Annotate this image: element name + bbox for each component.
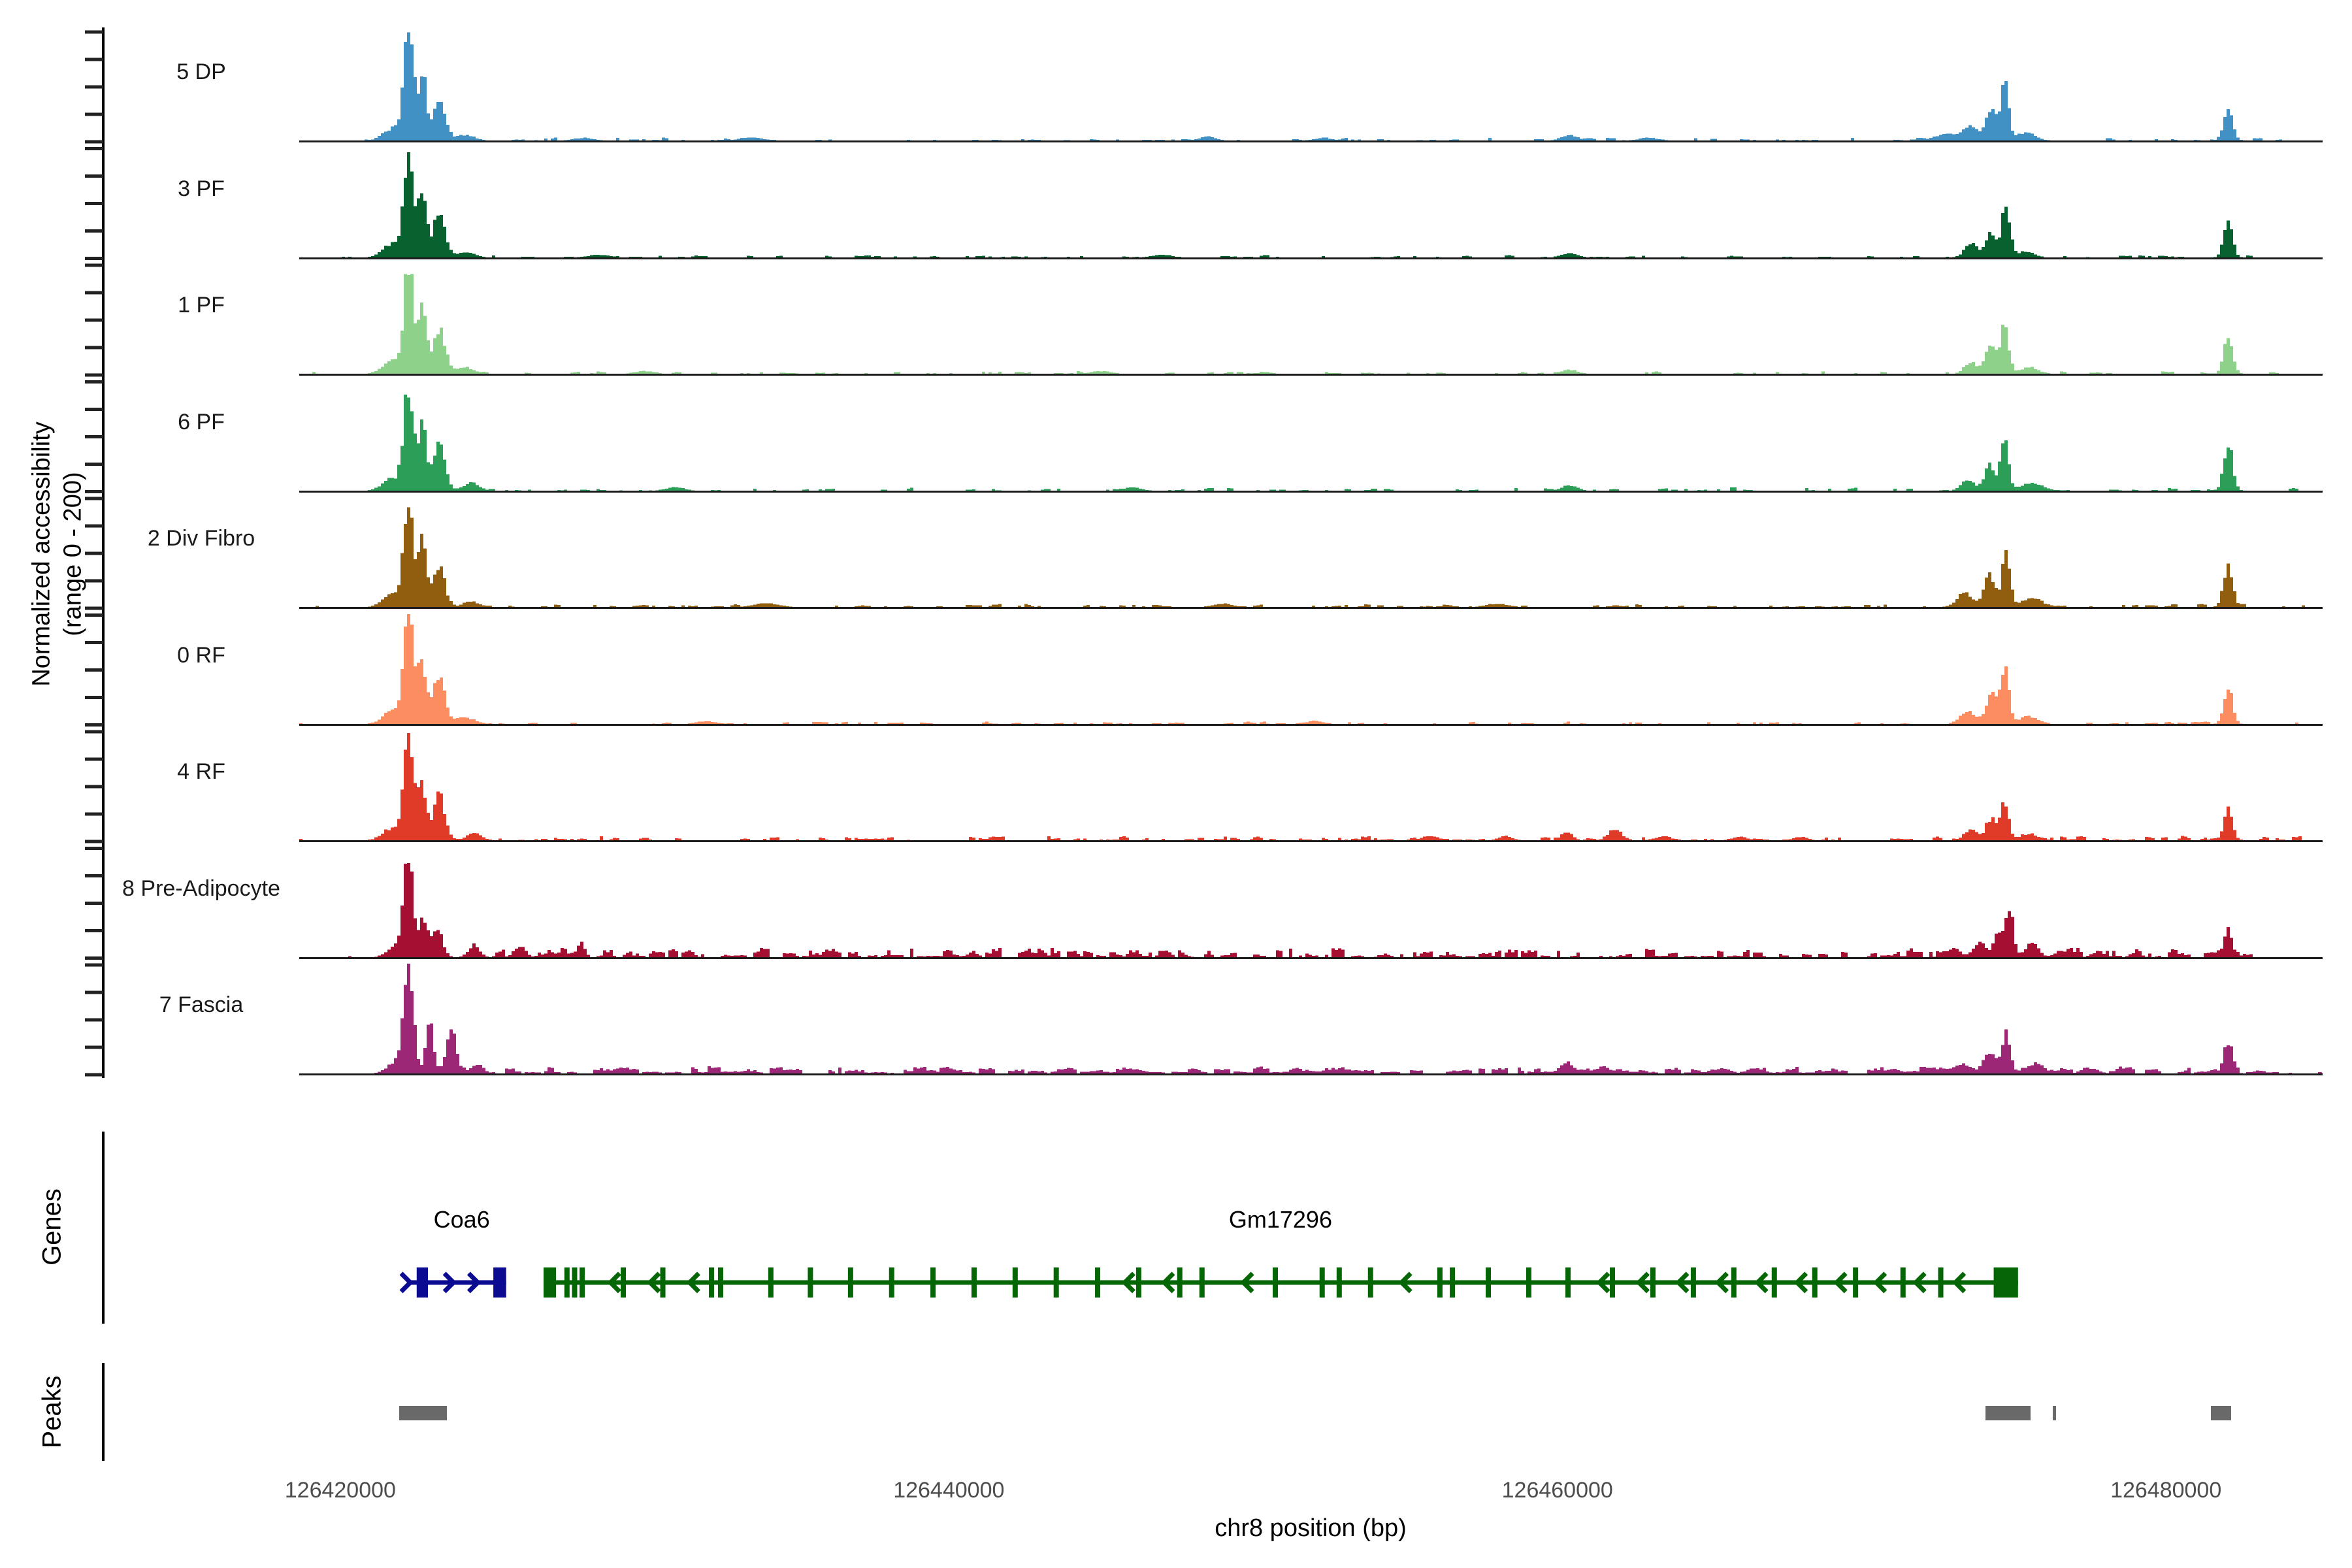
x-axis-tick-label: 126420000 xyxy=(285,1478,396,1503)
exon-tick xyxy=(1273,1267,1278,1298)
exon-tick xyxy=(709,1267,714,1298)
track-label: 0 RF xyxy=(90,643,312,668)
exon-tick xyxy=(564,1267,570,1298)
x-axis-tick-label: 126440000 xyxy=(893,1478,1004,1503)
coverage-area xyxy=(299,148,2323,257)
coverage-area-path xyxy=(299,395,2323,491)
track-label: 6 PF xyxy=(90,410,312,435)
coverage-area xyxy=(299,847,2323,957)
track-baseline xyxy=(299,724,2323,726)
track-baseline xyxy=(299,374,2323,376)
track-label: 7 Fascia xyxy=(90,992,312,1018)
gene-Coa6 xyxy=(401,1267,506,1298)
coverage-area-path xyxy=(299,964,2323,1073)
exon-tick xyxy=(1853,1267,1858,1298)
exon-tick xyxy=(1691,1267,1696,1298)
track-baseline xyxy=(299,1073,2323,1075)
track-baseline xyxy=(299,140,2323,142)
exon-tick xyxy=(1337,1267,1342,1298)
peak-region-box xyxy=(399,1406,447,1420)
exon-tick xyxy=(1368,1267,1373,1298)
track-baseline xyxy=(299,957,2323,959)
peak-region-box xyxy=(2053,1406,2056,1420)
coverage-area xyxy=(299,497,2323,607)
exon-tick xyxy=(1013,1267,1018,1298)
coverage-area xyxy=(299,264,2323,374)
genes-track xyxy=(299,1241,2323,1326)
exon-tick xyxy=(1486,1267,1491,1298)
coverage-area xyxy=(299,964,2323,1073)
coverage-area-path xyxy=(299,274,2323,374)
exon-tick xyxy=(1650,1267,1656,1298)
coverage-area-path xyxy=(299,614,2323,724)
exon-tick xyxy=(1610,1267,1615,1298)
exon-tick xyxy=(1200,1267,1205,1298)
exon-tick xyxy=(572,1267,577,1298)
coverage-area-path xyxy=(299,32,2323,140)
coverage-area-path xyxy=(299,863,2323,957)
exon-tick xyxy=(1054,1267,1059,1298)
exon-tick xyxy=(1938,1267,1944,1298)
coverage-area xyxy=(299,31,2323,140)
x-axis-title: chr8 position (bp) xyxy=(1215,1514,1407,1543)
exon-tick xyxy=(718,1267,723,1298)
gene-name-label: Coa6 xyxy=(434,1206,490,1233)
track-label: 8 Pre-Adipocyte xyxy=(90,876,312,902)
exon-tick xyxy=(580,1267,585,1298)
gene-Gm17296 xyxy=(544,1267,2018,1298)
exon-tick xyxy=(1177,1267,1183,1298)
gene-name-label: Gm17296 xyxy=(1229,1206,1332,1233)
track-label: 4 RF xyxy=(90,759,312,785)
exon-box xyxy=(544,1267,556,1298)
exon-tick xyxy=(1901,1267,1906,1298)
exon-tick xyxy=(661,1267,666,1298)
exon-box xyxy=(1994,1267,2018,1298)
exon-box xyxy=(417,1267,428,1298)
exon-tick xyxy=(930,1267,936,1298)
exon-tick xyxy=(808,1267,813,1298)
x-axis-tick-label: 126460000 xyxy=(1502,1478,1613,1503)
exon-tick xyxy=(1095,1267,1100,1298)
coverage-area xyxy=(299,730,2323,840)
peak-region-box xyxy=(2211,1406,2231,1420)
track-label: 5 DP xyxy=(90,59,312,85)
track-label: 3 PF xyxy=(90,176,312,202)
exon-tick xyxy=(972,1267,977,1298)
coverage-area-path xyxy=(299,733,2323,840)
track-baseline xyxy=(299,491,2323,493)
track-baseline xyxy=(299,607,2323,609)
track-baseline xyxy=(299,257,2323,259)
exon-tick xyxy=(1136,1267,1141,1298)
exon-tick xyxy=(1526,1267,1531,1298)
exon-box xyxy=(493,1267,506,1298)
exon-tick xyxy=(889,1267,894,1298)
exon-tick xyxy=(848,1267,853,1298)
coverage-area xyxy=(299,614,2323,724)
coverage-area-path xyxy=(299,152,2323,257)
peak-region-box xyxy=(1985,1406,2031,1420)
exon-tick xyxy=(1731,1267,1737,1298)
exon-tick xyxy=(768,1267,774,1298)
exon-tick xyxy=(1812,1267,1818,1298)
exon-tick xyxy=(621,1267,626,1298)
track-baseline xyxy=(299,840,2323,842)
coverage-area-path xyxy=(299,508,2323,607)
x-axis-tick-label: 126480000 xyxy=(2110,1478,2221,1503)
exon-tick xyxy=(1437,1267,1443,1298)
coverage-figure: Normalized accessibility (range 0 - 200)… xyxy=(0,0,2352,1568)
strand-arrow-icon xyxy=(401,1273,410,1292)
exon-tick xyxy=(1565,1267,1571,1298)
track-label: 2 Div Fibro xyxy=(90,526,312,551)
exon-tick xyxy=(1450,1267,1455,1298)
coverage-area xyxy=(299,381,2323,491)
exon-tick xyxy=(1772,1267,1777,1298)
exon-tick xyxy=(1320,1267,1325,1298)
track-label: 1 PF xyxy=(90,293,312,318)
